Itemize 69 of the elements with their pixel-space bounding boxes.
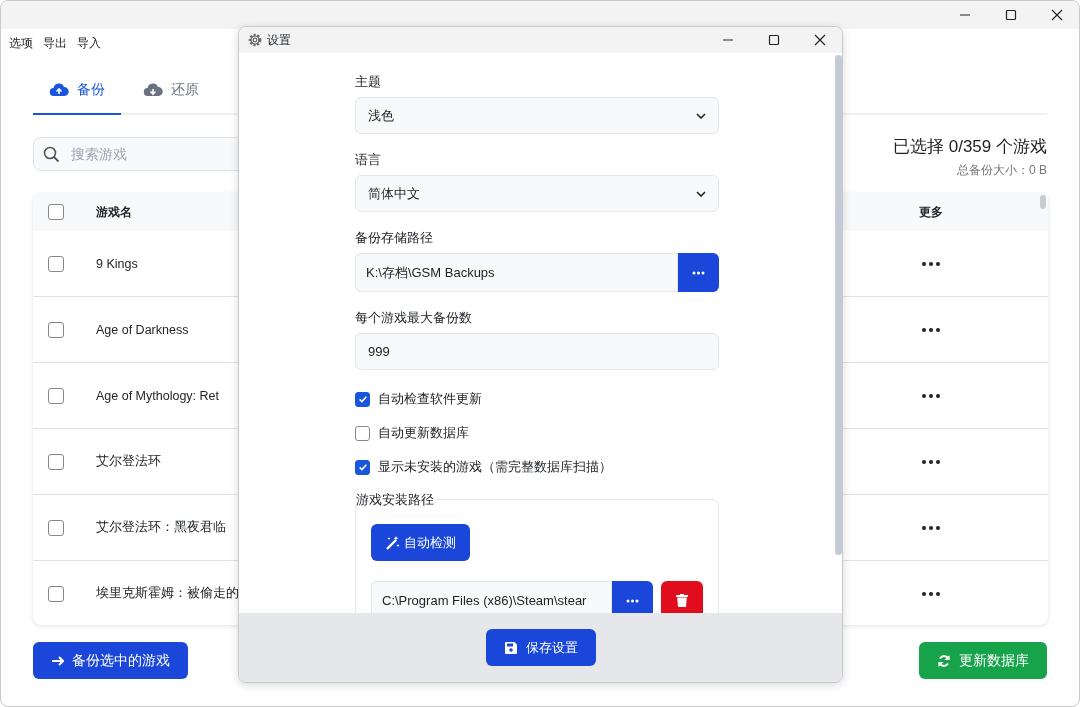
cloud-download-icon: [143, 82, 163, 98]
cloud-upload-icon: [49, 82, 69, 98]
maximize-icon[interactable]: [768, 34, 780, 46]
save-settings-button[interactable]: 保存设置: [485, 629, 596, 666]
ellipsis-icon[interactable]: [921, 392, 941, 399]
tab[interactable]: 还原: [127, 67, 215, 115]
backup-button[interactable]: 备份选中的游戏: [33, 642, 188, 679]
delete-button[interactable]: [661, 581, 703, 613]
menu-item[interactable]: 导出: [43, 34, 67, 52]
dialog-title: 设置: [267, 31, 292, 49]
path-field[interactable]: C:\Program Files (x86)\Steam\stear: [371, 581, 612, 613]
table-cell: Age of Darkness: [96, 322, 189, 337]
ellipsis-icon[interactable]: [921, 458, 941, 465]
chevron-down-icon: [696, 112, 706, 119]
ellipsis-icon[interactable]: [921, 524, 941, 531]
selection-count: 已选择 0/359 个游戏: [893, 136, 1047, 158]
trash-icon: [675, 593, 689, 608]
dropdown[interactable]: 浅色: [355, 97, 719, 134]
field-label: 备份存储路径: [355, 229, 434, 247]
tab[interactable]: 备份: [33, 67, 121, 115]
table-cell: 9 Kings: [96, 256, 138, 271]
column-header: 游戏名: [96, 203, 133, 221]
dropdown[interactable]: 简体中文: [355, 175, 719, 212]
ellipsis-icon[interactable]: [921, 326, 941, 333]
checkbox[interactable]: [355, 459, 370, 475]
browse-button[interactable]: [612, 581, 653, 613]
close-icon[interactable]: [1051, 9, 1063, 21]
checkbox[interactable]: [355, 425, 370, 441]
table-cell: 埃里克斯霍姆：被偷走的: [96, 586, 239, 600]
menu-item[interactable]: 导入: [77, 34, 101, 52]
path-field[interactable]: K:\存档\GSM Backups: [355, 253, 678, 292]
checkbox-label: 显示未安装的游戏（需完整数据库扫描）: [378, 458, 612, 476]
maximize-icon[interactable]: [1005, 9, 1017, 21]
scrollbar-thumb[interactable]: [1040, 195, 1046, 209]
column-header: 更多: [918, 203, 944, 221]
checkbox[interactable]: [48, 321, 64, 338]
ellipsis-icon[interactable]: [921, 590, 941, 597]
scrollbar-thumb[interactable]: [835, 55, 842, 555]
table-cell: Age of Mythology: Ret: [96, 388, 219, 403]
table-cell: 艾尔登法环：黑夜君临: [96, 520, 226, 534]
field-label: 语言: [355, 151, 382, 169]
field-label: 主题: [355, 73, 382, 91]
checkbox[interactable]: [48, 453, 64, 470]
number-field[interactable]: 999: [355, 333, 719, 370]
search-icon: [43, 146, 60, 163]
ellipsis-icon[interactable]: [921, 260, 941, 267]
panel-legend: 游戏安装路径: [356, 491, 436, 509]
checkbox-label: 自动检查软件更新: [378, 390, 482, 408]
checkbox[interactable]: [48, 204, 64, 220]
checkbox[interactable]: [48, 585, 64, 602]
ellipsis-icon: [692, 270, 705, 275]
auto-detect-button[interactable]: 自动检测: [371, 524, 470, 561]
checkbox-label: 自动更新数据库: [378, 424, 469, 442]
ellipsis-icon: [626, 598, 639, 603]
table-cell: 艾尔登法环: [96, 454, 161, 468]
chevron-down-icon: [696, 190, 706, 197]
checkbox[interactable]: [355, 391, 370, 407]
backup-size: 总备份大小：0 B: [956, 162, 1047, 179]
browse-button[interactable]: [678, 253, 719, 292]
checkbox[interactable]: [48, 387, 64, 404]
close-icon[interactable]: [814, 34, 826, 46]
menu-item[interactable]: 选项: [9, 34, 33, 52]
field-label: 每个游戏最大备份数: [355, 309, 473, 327]
gear-icon: [247, 32, 263, 48]
checkbox[interactable]: [48, 519, 64, 536]
sync-icon: [937, 653, 951, 668]
checkbox[interactable]: [48, 255, 64, 272]
arrow-right-icon: [51, 654, 64, 667]
magic-wand-icon: [385, 535, 400, 550]
